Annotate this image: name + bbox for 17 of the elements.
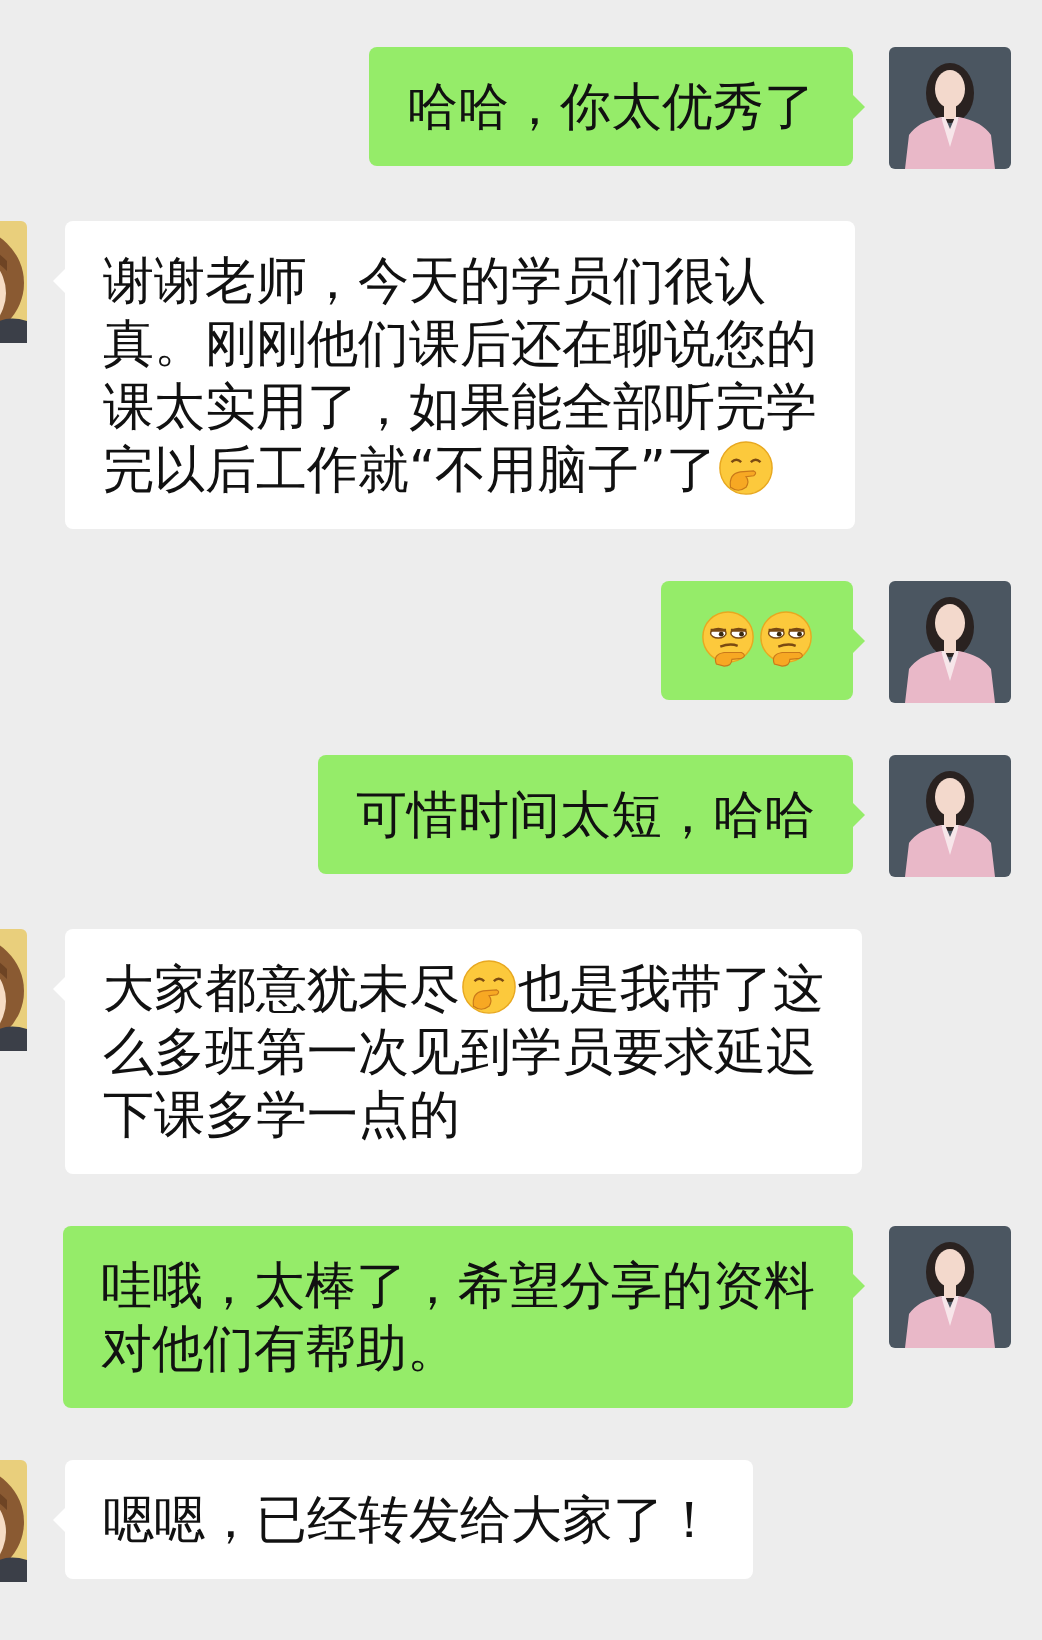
- message-text: 嗯嗯，已经转发给大家了！: [103, 1490, 715, 1549]
- message-text: 下课多学一点的: [103, 1085, 460, 1144]
- message-text: 对他们有帮助。: [101, 1319, 458, 1378]
- message-text: 课太实用了，如果能全部听完学: [103, 377, 817, 436]
- message-text: 可惜时间太短，哈哈: [356, 785, 815, 844]
- giggle-face-icon: [460, 958, 518, 1016]
- smirk-face-icon: [757, 610, 815, 668]
- message-text: 真。刚刚他们课后还在聊说您的: [103, 314, 817, 373]
- giggle-face-icon: [716, 439, 775, 497]
- smirk-face-icon: [699, 610, 757, 668]
- message-text: 哇哦，太棒了，希望分享的资料: [101, 1256, 815, 1315]
- message-text: 大家都意犹未尽: [103, 959, 460, 1018]
- message-text: 哈哈，你太优秀了: [407, 77, 815, 136]
- message-text: 完以后工作就“不用脑子”了: [103, 440, 717, 499]
- message-text: 么多班第一次见到学员要求延迟: [103, 1022, 817, 1081]
- message-text: 谢谢老师，今天的学员们很认: [103, 251, 766, 310]
- message-text: 也是我带了这: [518, 959, 824, 1018]
